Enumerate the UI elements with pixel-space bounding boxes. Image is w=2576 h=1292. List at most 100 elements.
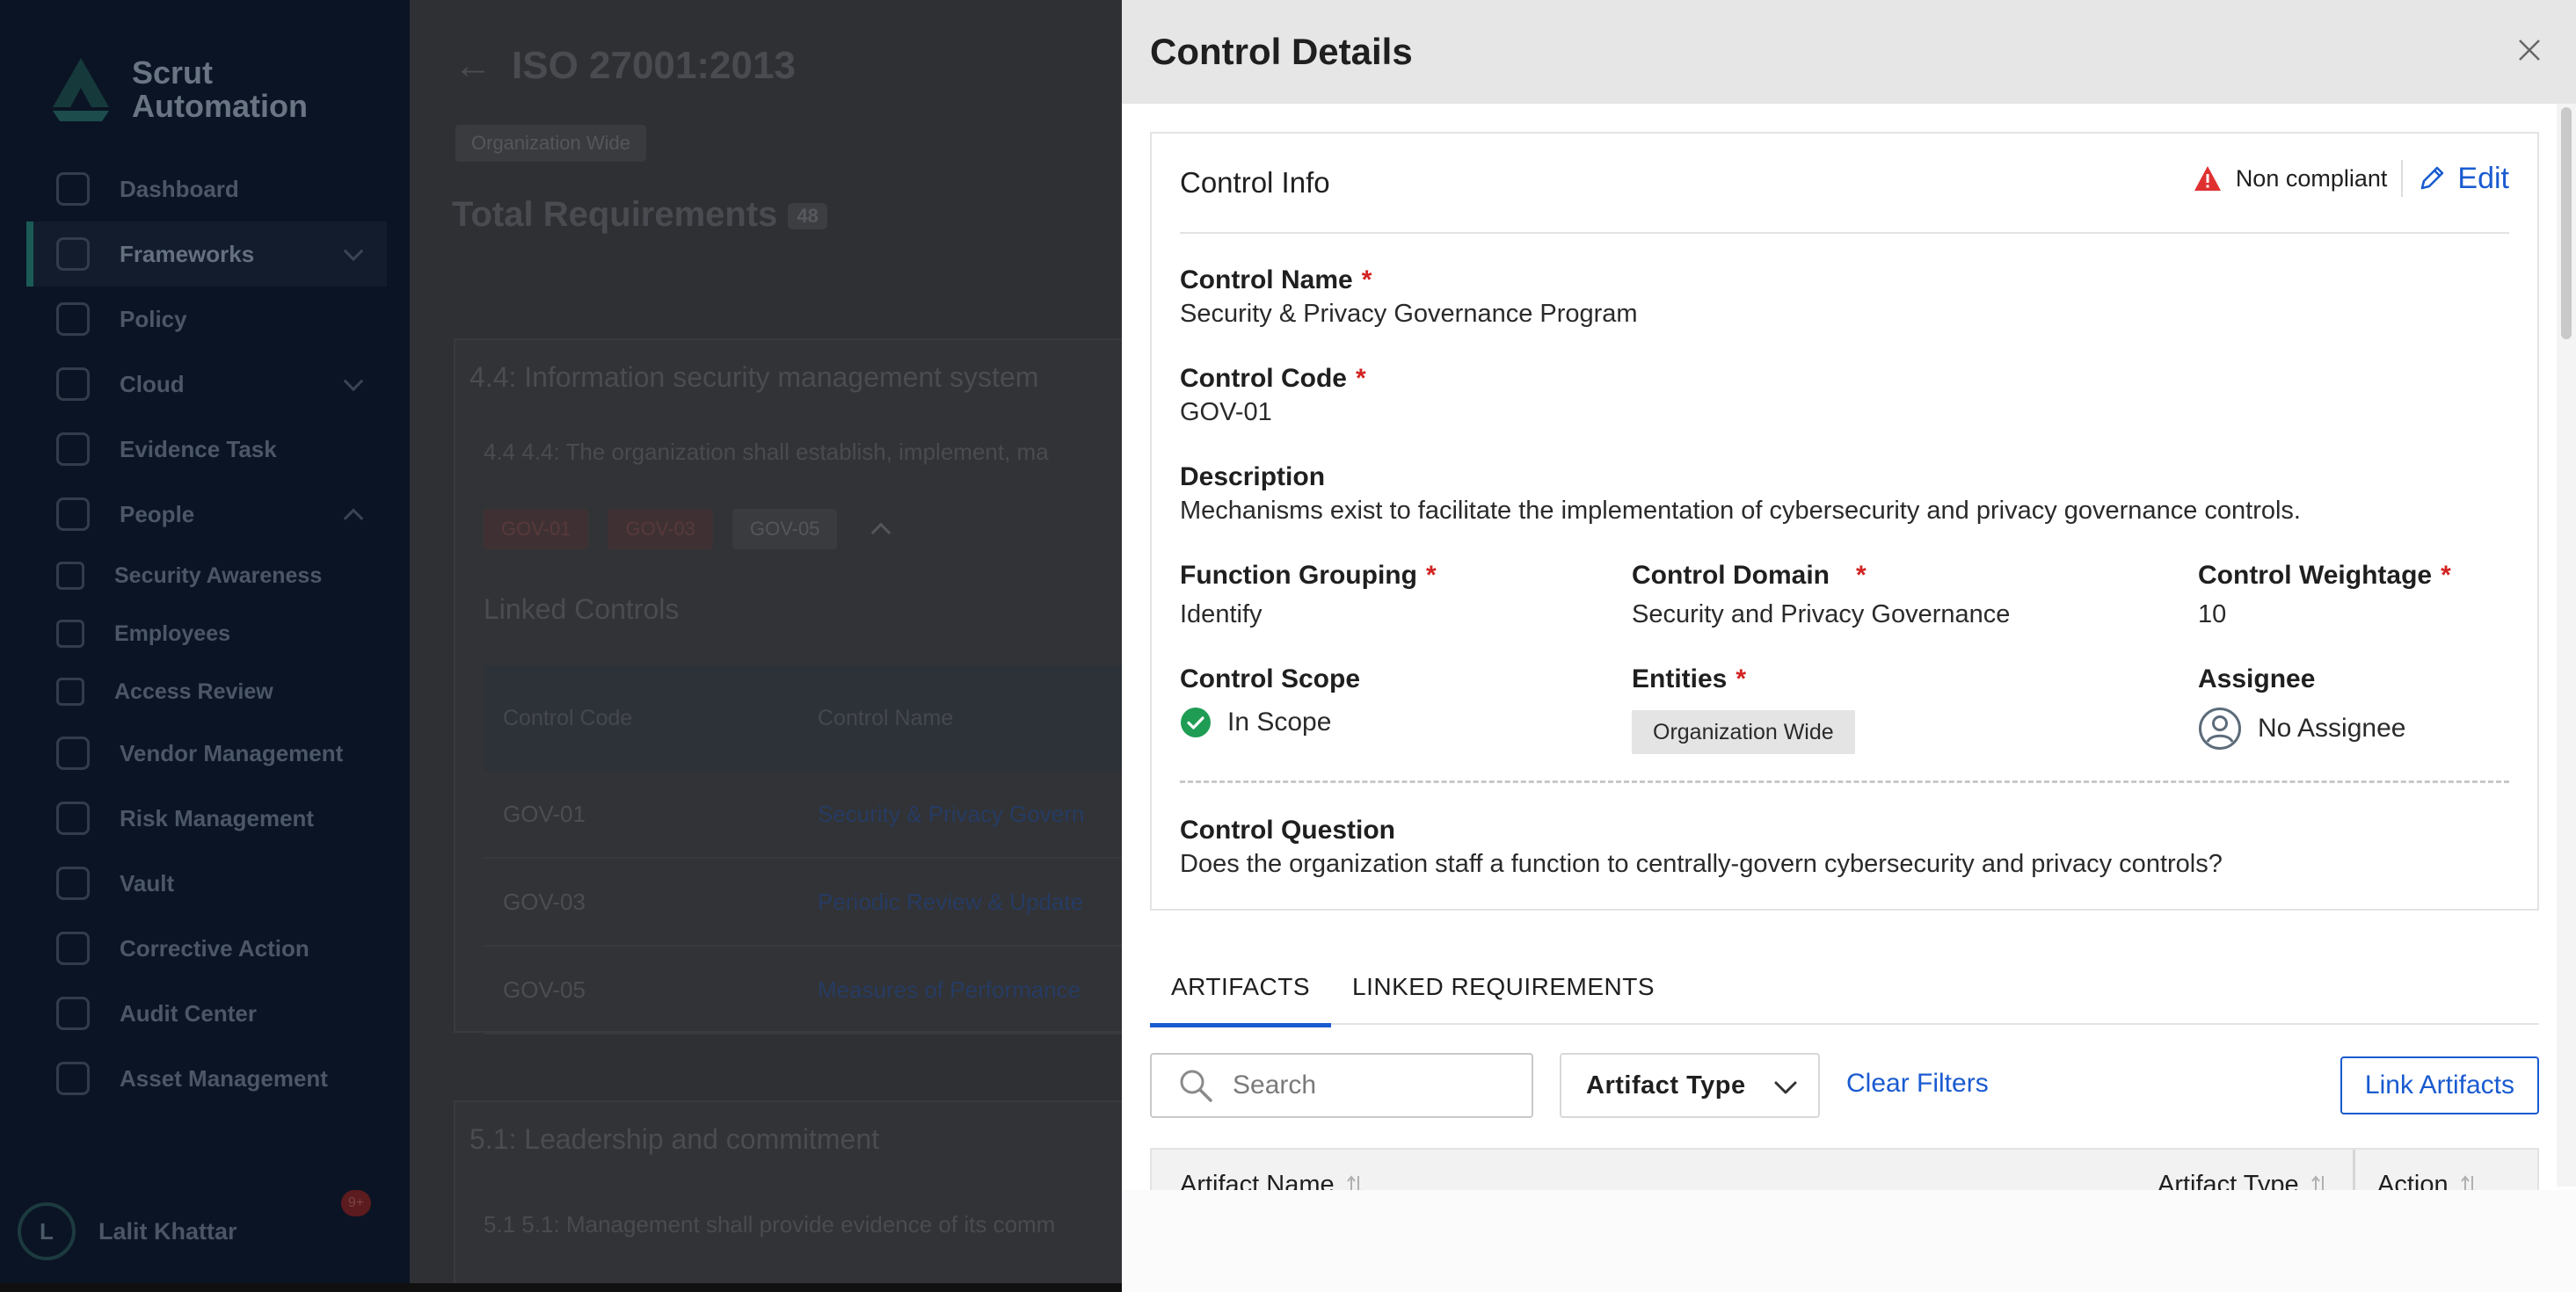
sidebar-item-label: Employees (114, 621, 231, 646)
artifact-type-column-header[interactable]: Artifact Type (2158, 1171, 2329, 1190)
sidebar-item-frameworks[interactable]: Frameworks (26, 221, 387, 287)
sidebar-item-label: Policy (120, 305, 187, 332)
table-header: Artifact Name Artifact Type Action (1150, 1148, 2539, 1190)
search-input[interactable] (1233, 1071, 1496, 1100)
divider (2401, 160, 2404, 197)
control-name-label: Control Name (1180, 265, 1353, 294)
control-weightage-label: Control Weightage (2198, 561, 2433, 590)
function-grouping-field: Function Grouping * Identify (1180, 561, 1437, 629)
required-mark: * (1361, 265, 1372, 294)
sidebar-item-access-review[interactable]: Access Review (26, 663, 387, 721)
user-avatar-icon (2199, 708, 2241, 750)
asset-icon (56, 1062, 90, 1095)
sidebar-item-audit-center[interactable]: Audit Center (26, 981, 387, 1046)
column-header-label: Artifact Name (1180, 1171, 1335, 1190)
scrollbar-thumb[interactable] (2561, 107, 2572, 339)
artifact-name-column-header[interactable]: Artifact Name (1180, 1171, 1364, 1190)
column-header: Control Code (503, 705, 633, 730)
search-icon (1180, 1070, 1212, 1102)
sidebar-item-label: Frameworks (120, 240, 255, 267)
assignee-selector[interactable]: No Assignee (2198, 707, 2405, 751)
section-divider (1180, 780, 2509, 783)
risk-icon (56, 802, 90, 835)
tab-linked-requirements[interactable]: LINKED REQUIREMENTS (1331, 949, 1676, 1025)
description-value: Mechanisms exist to facilitate the imple… (1180, 497, 2301, 525)
control-tag[interactable]: GOV-03 (608, 509, 713, 549)
total-requirements-count: 48 (788, 203, 827, 230)
control-tags: GOV-01 GOV-03 GOV-05 (484, 509, 891, 549)
sidebar-item-cloud[interactable]: Cloud (26, 352, 387, 417)
entity-chip: Organization Wide (1632, 710, 1855, 754)
back-arrow-icon[interactable]: ← (454, 47, 492, 85)
total-requirements-label: Total Requirements (452, 195, 778, 234)
sidebar-item-policy[interactable]: Policy (26, 287, 387, 352)
sort-icon (1346, 1174, 1363, 1190)
drawer-scrollbar[interactable] (2557, 104, 2576, 1187)
frameworks-icon (56, 237, 90, 271)
window-bottom-edge (0, 1283, 1122, 1292)
control-info-title: Control Info (1180, 166, 1330, 199)
security-awareness-icon (56, 562, 84, 590)
control-info-header: Control Info Non compliant Edit (1180, 134, 2509, 234)
sidebar-item-evidence-task[interactable]: Evidence Task (26, 417, 387, 482)
sidebar-item-dashboard[interactable]: Dashboard (26, 156, 387, 221)
control-tag[interactable]: GOV-05 (731, 509, 838, 549)
column-header-label: Artifact Type (2158, 1171, 2299, 1190)
chevron-up-icon (343, 508, 364, 529)
sidebar-item-label: Access Review (114, 679, 273, 704)
control-name-link[interactable]: Measures of Performance (818, 976, 1081, 1004)
entities-label: Entities (1632, 664, 1728, 693)
requirement-title: 4.4: Information security management sys… (469, 361, 1039, 393)
sidebar-item-asset-management[interactable]: Asset Management (26, 1046, 387, 1111)
sidebar-item-label: Audit Center (120, 999, 257, 1027)
artifact-type-select[interactable]: Artifact Type (1560, 1053, 1820, 1118)
search-field[interactable] (1150, 1053, 1533, 1118)
action-column-header[interactable]: Action (2377, 1171, 2478, 1190)
notification-badge: 9+ (341, 1190, 371, 1216)
control-code-field: Control Code * GOV-01 (1180, 364, 1366, 427)
sidebar-item-people[interactable]: People (26, 482, 387, 547)
artifact-type-select-label: Artifact Type (1586, 1071, 1746, 1100)
control-tag[interactable]: GOV-01 (484, 509, 589, 549)
edit-button[interactable]: Edit (2417, 162, 2509, 196)
sidebar-item-label: Vendor Management (120, 739, 344, 766)
requirement-title: 5.1: Leadership and commitment (469, 1123, 880, 1155)
tab-artifacts[interactable]: ARTIFACTS (1150, 949, 1332, 1027)
vault-icon (56, 867, 90, 900)
status-badge: Non compliant (2235, 164, 2388, 192)
sidebar-item-employees[interactable]: Employees (26, 605, 387, 663)
sort-icon (2460, 1174, 2477, 1190)
control-code-cell: GOV-05 (503, 976, 586, 1003)
sidebar-item-vault[interactable]: Vault (26, 851, 387, 916)
sidebar-item-label: Asset Management (120, 1064, 328, 1092)
control-weightage-value: 10 (2198, 600, 2227, 628)
control-name-value: Security & Privacy Governance Program (1180, 300, 1638, 328)
chevron-down-icon (1774, 1081, 1797, 1094)
control-weightage-field: Control Weightage * 10 (2198, 561, 2451, 629)
sidebar-item-label: Cloud (120, 370, 185, 397)
sidebar-item-risk-management[interactable]: Risk Management (26, 786, 387, 851)
evidence-icon (56, 432, 90, 466)
sidebar-item-security-awareness[interactable]: Security Awareness (26, 547, 387, 605)
function-grouping-value: Identify (1180, 600, 1263, 628)
requirement-text: 4.4 4.4: The organization shall establis… (484, 439, 1049, 465)
required-mark: * (2441, 561, 2451, 590)
assignee-field: Assignee No Assignee (2198, 664, 2405, 751)
requirement-text: 5.1 5.1: Management shall provide eviden… (484, 1211, 1056, 1238)
control-name-link[interactable]: Security & Privacy Govern (818, 801, 1084, 828)
clear-filters-link[interactable]: Clear Filters (1846, 1069, 1989, 1099)
sidebar-item-vendor-management[interactable]: Vendor Management (26, 721, 387, 786)
drawer-footer-area (1122, 1190, 2576, 1292)
control-scope-label: Control Scope (1180, 664, 1361, 693)
sidebar-item-corrective-action[interactable]: Corrective Action (26, 916, 387, 981)
assignee-value: No Assignee (2258, 714, 2406, 743)
chevron-up-icon[interactable] (871, 522, 891, 543)
user-profile[interactable]: L Lalit Khattar 9+ (18, 1190, 392, 1260)
artifact-filters: Artifact Type Clear Filters Link Artifac… (1150, 1053, 2539, 1118)
link-artifacts-button[interactable]: Link Artifacts (2340, 1056, 2539, 1114)
control-name-link[interactable]: Periodic Review & Update (818, 889, 1083, 916)
control-domain-field: Control Domain * Security and Privacy Gov… (1632, 561, 2010, 629)
close-icon[interactable] (2516, 37, 2543, 63)
employees-icon (56, 620, 84, 648)
brand-logo: Scrut Automation (46, 54, 308, 125)
